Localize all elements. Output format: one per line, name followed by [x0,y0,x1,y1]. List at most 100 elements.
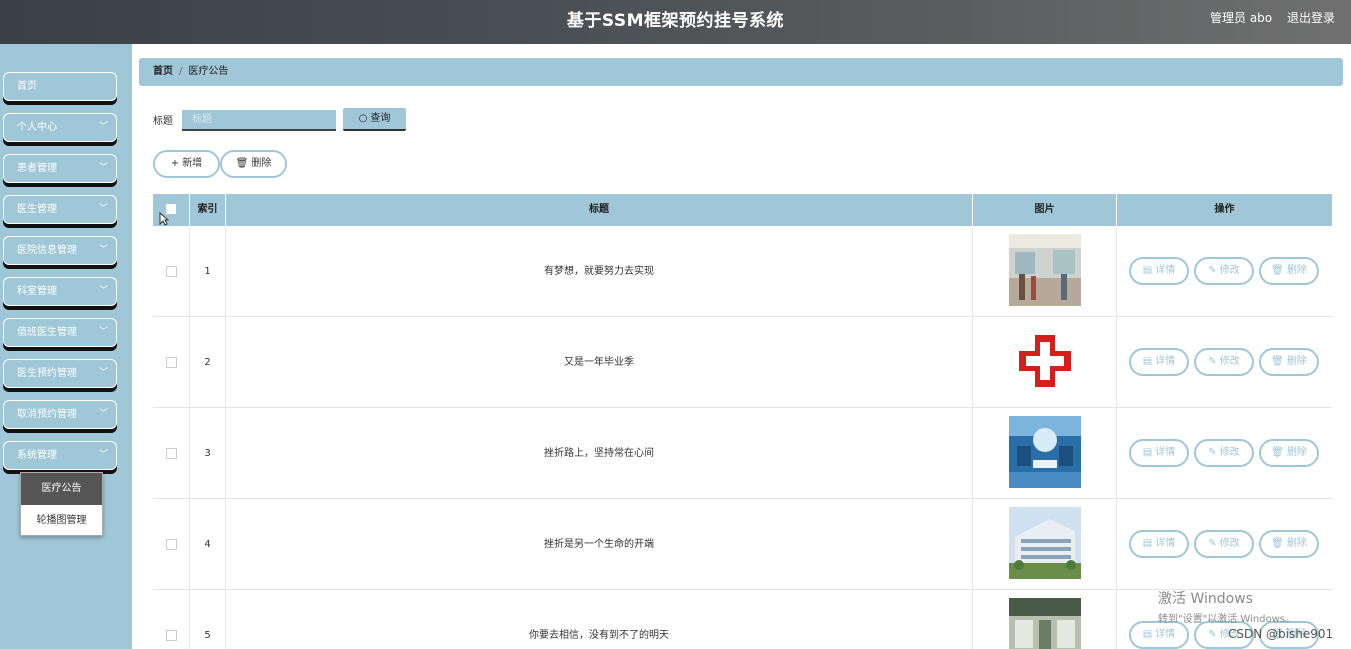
edit-button[interactable]: ✎ 修改 [1194,348,1254,376]
chevron-down-icon: ﹀ [98,327,108,337]
edit-button[interactable]: ✎ 修改 [1194,257,1254,285]
trash-icon: 🗑 [1271,447,1284,458]
row-index: 3 [190,408,226,499]
chevron-down-icon: ﹀ [98,409,108,419]
row-index: 5 [190,590,226,649]
chevron-down-icon: ﹀ [98,245,108,255]
chevron-down-icon: ﹀ [98,122,108,132]
row-index: 1 [190,226,226,317]
row-checkbox[interactable] [165,265,177,277]
row-title: 有梦想，就要努力去实现 [226,226,973,317]
table-row: 3 挫折路上，坚持常在心间 ▤ 详情 ✎ 修改 🗑 删除 [153,408,1332,499]
header-index: 索引 [190,194,226,226]
pencil-icon: ✎ [1208,356,1217,367]
detail-button[interactable]: ▤ 详情 [1129,621,1189,649]
app-title: 基于SSM框架预约挂号系统 [566,11,785,31]
sidebar: 首页 个人中心 ﹀ 患者管理 ﹀ 医生管理 ﹀ 医院信息管理 ﹀ 科室管理 ﹀ 值班医生管… [0,44,132,649]
pencil-icon: ✎ [1208,447,1217,458]
row-title: 你要去相信，没有到不了的明天 [226,590,973,649]
document-icon: ▤ [1142,629,1153,640]
row-title: 又是一年毕业季 [226,317,973,408]
document-icon: ▤ [1142,356,1153,367]
row-checkbox[interactable] [165,356,177,368]
pencil-icon: ✎ [1208,629,1217,640]
breadcrumb-separator: / [179,66,183,77]
detail-button[interactable]: ▤ 详情 [1129,439,1189,467]
document-icon: ▤ [1142,538,1153,549]
csdn-watermark: CSDN @bishe901 [1228,627,1334,641]
hospital-lobby-image[interactable] [1009,234,1081,306]
chevron-down-icon: ﹀ [98,368,108,378]
delete-button[interactable]: 🗑 删除 [1259,439,1319,467]
table-row: 4 挫折是另一个生命的开端 ▤ 详情 ✎ 修改 🗑 删除 [153,499,1332,590]
row-checkbox[interactable] [165,538,177,550]
system-submenu: 医疗公告 轮播图管理 [20,472,103,536]
plus-icon: + [170,158,180,169]
row-index: 4 [190,499,226,590]
windows-activation-watermark: 激活 Windows 转到"设置"以激活 Windows。 [1158,588,1295,625]
red-cross-image[interactable] [1009,325,1081,397]
trash-icon: 🗑 [1271,265,1284,276]
sidebar-item-patients[interactable]: 患者管理 ﹀ [3,154,117,183]
sidebar-item-duty-doctors[interactable]: 值班医生管理 ﹀ [3,318,117,347]
sidebar-item-hospital-info[interactable]: 医院信息管理 ﹀ [3,236,117,265]
delete-button[interactable]: 🗑 删除 [1259,257,1319,285]
document-icon: ▤ [1142,265,1153,276]
mouse-cursor-icon [159,212,169,226]
delete-button[interactable]: 🗑 删除 [1259,348,1319,376]
header-title: 标题 [226,194,973,226]
user-label: 管理员 abo [1210,11,1273,25]
chevron-down-icon: ﹀ [98,450,108,460]
detail-button[interactable]: ▤ 详情 [1129,530,1189,558]
chevron-down-icon: ﹀ [98,286,108,296]
activation-subtitle: 转到"设置"以激活 Windows。 [1158,614,1296,625]
logout-link[interactable]: 退出登录 [1287,9,1335,26]
trash-icon: 🗑 [235,158,249,169]
edit-button[interactable]: ✎ 修改 [1194,530,1254,558]
sidebar-item-appointments[interactable]: 医生预约管理 ﹀ [3,359,117,388]
top-header: 基于SSM框架预约挂号系统 管理员 abo 退出登录 [0,0,1351,44]
submenu-item-carousel[interactable]: 轮播图管理 [21,505,102,537]
edit-button[interactable]: ✎ 修改 [1194,439,1254,467]
batch-delete-button[interactable]: 🗑 删除 [220,150,287,178]
pencil-icon: ✎ [1208,538,1217,549]
operating-room-image[interactable] [1009,416,1081,488]
detail-button[interactable]: ▤ 详情 [1129,348,1189,376]
activation-title: 激活 Windows [1158,591,1253,607]
search-label: 标题 [153,116,173,127]
sidebar-item-home[interactable]: 首页 [3,72,117,101]
trash-icon: 🗑 [1271,356,1284,367]
row-index: 2 [190,317,226,408]
row-checkbox[interactable] [165,629,177,641]
hospital-building-image[interactable] [1009,507,1081,579]
detail-button[interactable]: ▤ 详情 [1129,257,1189,285]
sidebar-item-cancellations[interactable]: 取消预约管理 ﹀ [3,400,117,429]
sidebar-item-personal[interactable]: 个人中心 ﹀ [3,113,117,142]
breadcrumb-current: 医疗公告 [188,66,229,77]
ward-image[interactable] [1009,598,1081,649]
table-row: 2 又是一年毕业季 ▤ 详情 ✎ 修改 🗑 删除 [153,317,1332,408]
trash-icon: 🗑 [1271,538,1284,549]
chevron-down-icon: ﹀ [98,204,108,214]
breadcrumb-home[interactable]: 首页 [153,66,173,77]
table-row: 1 有梦想，就要努力去实现 ▤ 详情 ✎ 修改 🗑 删除 [153,226,1332,317]
submenu-item-notices[interactable]: 医疗公告 [21,473,102,505]
add-button[interactable]: + 新增 [153,150,220,178]
sidebar-item-departments[interactable]: 科室管理 ﹀ [3,277,117,306]
breadcrumb: 首页 / 医疗公告 [139,58,1343,86]
table-row: 5 你要去相信，没有到不了的明天 ▤ 详情 ✎ 修改 🗑 删除 [153,590,1332,649]
row-title: 挫折是另一个生命的开端 [226,499,973,590]
sidebar-item-system[interactable]: 系统管理 ﹀ [3,441,117,470]
header-image: 图片 [973,194,1117,226]
search-icon: ○ [358,113,368,124]
document-icon: ▤ [1142,447,1153,458]
delete-button[interactable]: 🗑 删除 [1259,530,1319,558]
header-ops: 操作 [1214,204,1235,215]
pencil-icon: ✎ [1208,265,1217,276]
row-title: 挫折路上，坚持常在心间 [226,408,973,499]
search-input[interactable] [182,110,336,131]
chevron-down-icon: ﹀ [98,163,108,173]
search-button[interactable]: ○ 查询 [343,108,406,131]
sidebar-item-doctors[interactable]: 医生管理 ﹀ [3,195,117,224]
row-checkbox[interactable] [165,447,177,459]
